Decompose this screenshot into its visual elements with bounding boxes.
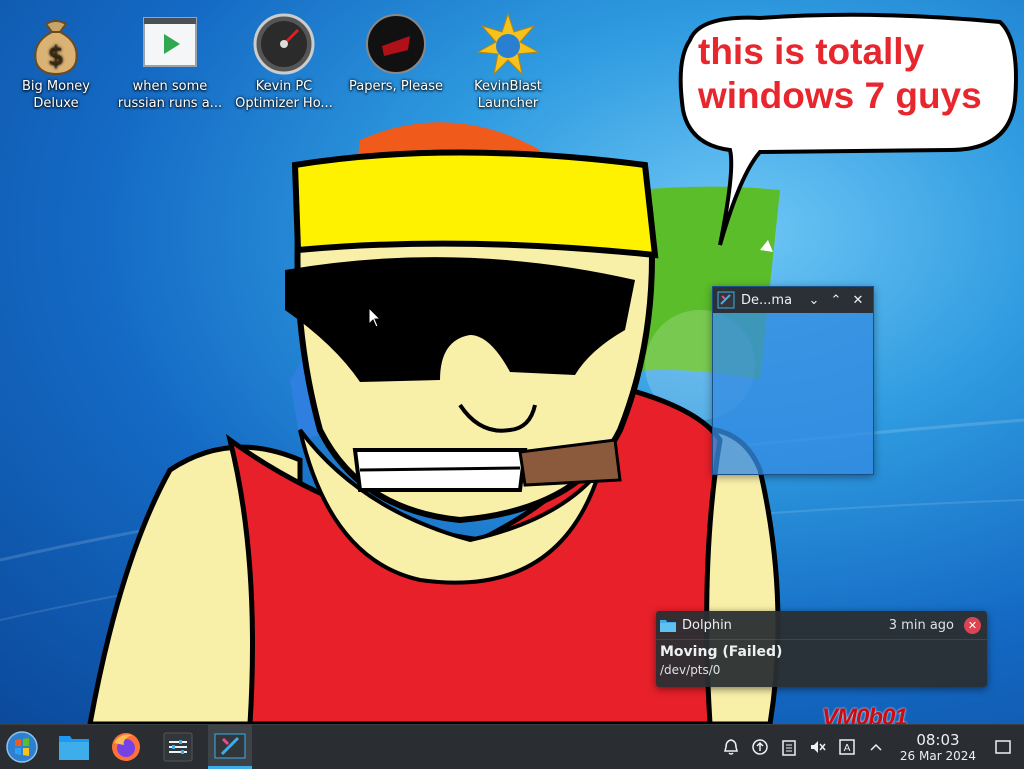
notification-popup[interactable]: Dolphin 3 min ago ✕ Moving (Failed) /dev… <box>656 611 987 687</box>
window-app-icon <box>717 291 735 309</box>
notification-body: /dev/pts/0 <box>660 663 721 677</box>
mouse-cursor-icon <box>368 307 382 328</box>
video-player-icon <box>143 17 197 67</box>
desktop-icon-label: when some russian runs a... <box>117 79 223 111</box>
money-bag-icon: $ <box>34 20 78 76</box>
desktop-icon-papers-please[interactable]: Papers, Please <box>340 12 452 95</box>
notification-header: Dolphin 3 min ago ✕ <box>656 611 987 640</box>
taskbar-firefox-button[interactable] <box>104 725 148 769</box>
taskbar: A 08:03 26 Mar 2024 <box>0 724 1024 769</box>
taskbar-dolphin-button[interactable] <box>52 725 96 769</box>
svg-text:A: A <box>844 743 851 754</box>
digital-clock[interactable]: 08:03 26 Mar 2024 <box>899 730 976 763</box>
settings-icon <box>163 732 193 762</box>
minimize-button[interactable]: ⌄ <box>803 293 825 308</box>
desktop-icon-label: Kevin PC Optimizer Ho... <box>235 79 333 111</box>
firefox-icon <box>112 733 140 761</box>
kevinblast-icon <box>476 12 540 76</box>
clock-date: 26 Mar 2024 <box>899 748 976 763</box>
show-desktop-icon[interactable] <box>990 734 1016 760</box>
desktop-icon-label: Papers, Please <box>348 79 444 94</box>
notification-time: 3 min ago <box>888 617 954 633</box>
windows-orb-icon <box>6 731 38 763</box>
system-tray: A 08:03 26 Mar 2024 <box>718 725 1024 769</box>
input-method-icon[interactable]: A <box>834 734 860 760</box>
notification-app-name: Dolphin <box>682 617 732 633</box>
window-title: De...ma <box>741 292 793 308</box>
folder-icon <box>59 736 89 760</box>
clock-time: 08:03 <box>916 730 960 749</box>
folder-icon <box>660 620 676 632</box>
speech-bubble-line2: windows 7 guys <box>698 75 982 116</box>
start-menu-button[interactable] <box>0 725 44 769</box>
speech-bubble-line1: this is totally <box>698 31 925 72</box>
taskbar-desktop-manager-button[interactable] <box>208 725 252 769</box>
desktop-icon-label: KevinBlast Launcher <box>474 79 542 111</box>
notification-close-button[interactable]: ✕ <box>964 616 981 634</box>
speech-bubble-text: this is totally windows 7 guys <box>698 30 998 118</box>
notification-summary: Moving (Failed) <box>660 644 783 660</box>
desktop-icon-label: Big Money Deluxe <box>21 79 90 111</box>
window-app-icon <box>214 733 246 758</box>
desktop-manager-window[interactable]: De...ma ⌄ ⌃ ✕ <box>712 286 874 475</box>
desktop-icon-big-money[interactable]: $ Big Money Deluxe <box>0 12 112 112</box>
papers-please-icon <box>366 14 426 74</box>
desktop-icon-russian-video[interactable]: when some russian runs a... <box>114 12 226 112</box>
clipboard-icon[interactable] <box>776 734 802 760</box>
taskbar-settings-button[interactable] <box>156 725 200 769</box>
svg-text:$: $ <box>48 41 65 71</box>
desktop-icon-kevin-optimizer[interactable]: Kevin PC Optimizer Ho... <box>228 12 340 112</box>
expand-tray-icon[interactable] <box>863 734 889 760</box>
desktop-icon-kevinblast[interactable]: KevinBlast Launcher <box>452 12 564 112</box>
maximize-button[interactable]: ⌃ <box>825 293 847 308</box>
window-titlebar[interactable]: De...ma ⌄ ⌃ ✕ <box>713 287 873 313</box>
speedometer-icon <box>253 13 315 75</box>
volume-muted-icon[interactable] <box>805 734 831 760</box>
close-button[interactable]: ✕ <box>847 293 869 308</box>
updates-icon[interactable] <box>747 734 773 760</box>
notifications-icon[interactable] <box>718 734 744 760</box>
